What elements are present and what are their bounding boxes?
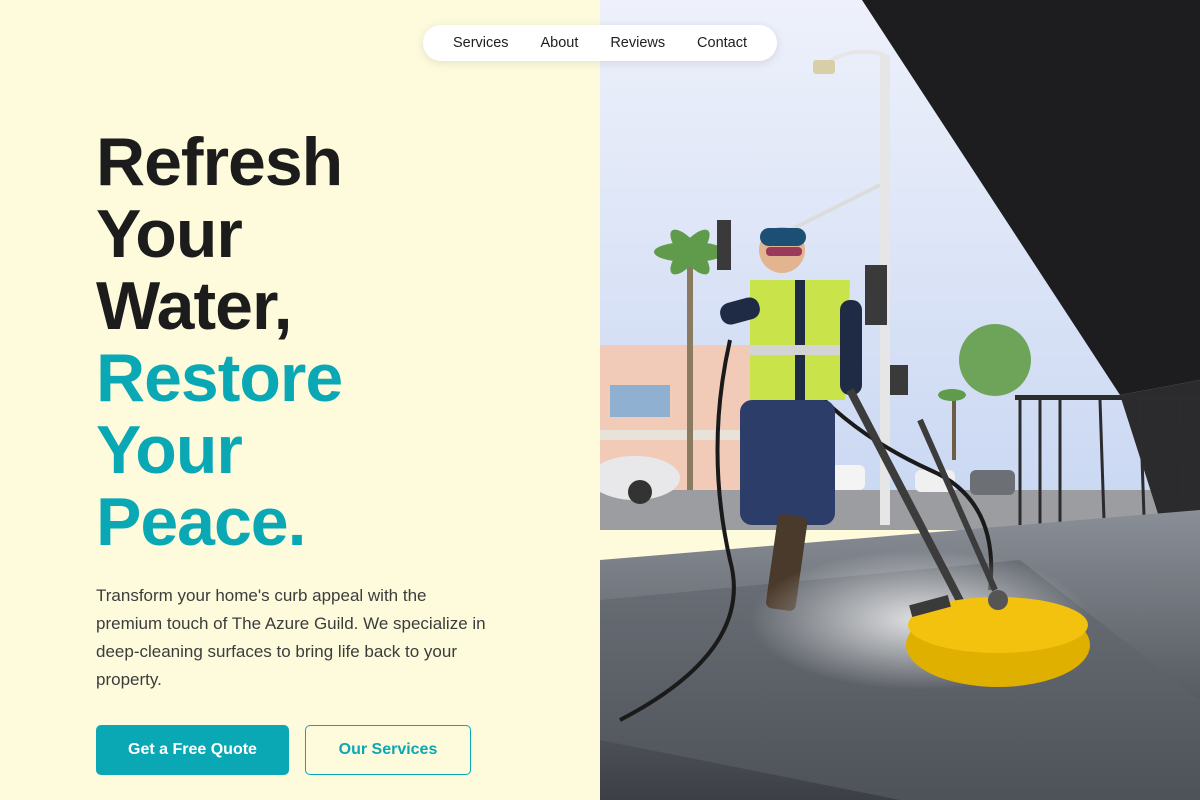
- headline-line-3: Water,: [96, 268, 293, 344]
- nav-item-services[interactable]: Services: [453, 35, 509, 51]
- get-quote-button[interactable]: Get a Free Quote: [96, 725, 289, 775]
- headline-line-4: Restore: [96, 340, 343, 416]
- hero-headline: Refresh Your Water, Restore Your Peace.: [96, 124, 343, 560]
- nav-item-reviews[interactable]: Reviews: [610, 35, 665, 51]
- landing-page: Refresh Your Water, Restore Your Peace. …: [0, 0, 1200, 800]
- nav-item-about[interactable]: About: [540, 35, 578, 51]
- headline-line-2: Your: [96, 196, 243, 272]
- headline-line-1: Refresh: [96, 124, 343, 200]
- headline-line-5: Your: [96, 412, 243, 488]
- hero-intro-text: Transform your home's curb appeal with t…: [96, 586, 486, 689]
- our-services-button[interactable]: Our Services: [305, 725, 471, 775]
- pressure-washing-photo: [600, 0, 1200, 800]
- hero-photo: [600, 0, 1200, 800]
- top-navigation: Services About Reviews Contact: [423, 25, 777, 61]
- nav-item-contact[interactable]: Contact: [697, 35, 747, 51]
- hero-left-panel: Refresh Your Water, Restore Your Peace. …: [0, 0, 600, 800]
- headline-line-6: Peace.: [96, 484, 307, 560]
